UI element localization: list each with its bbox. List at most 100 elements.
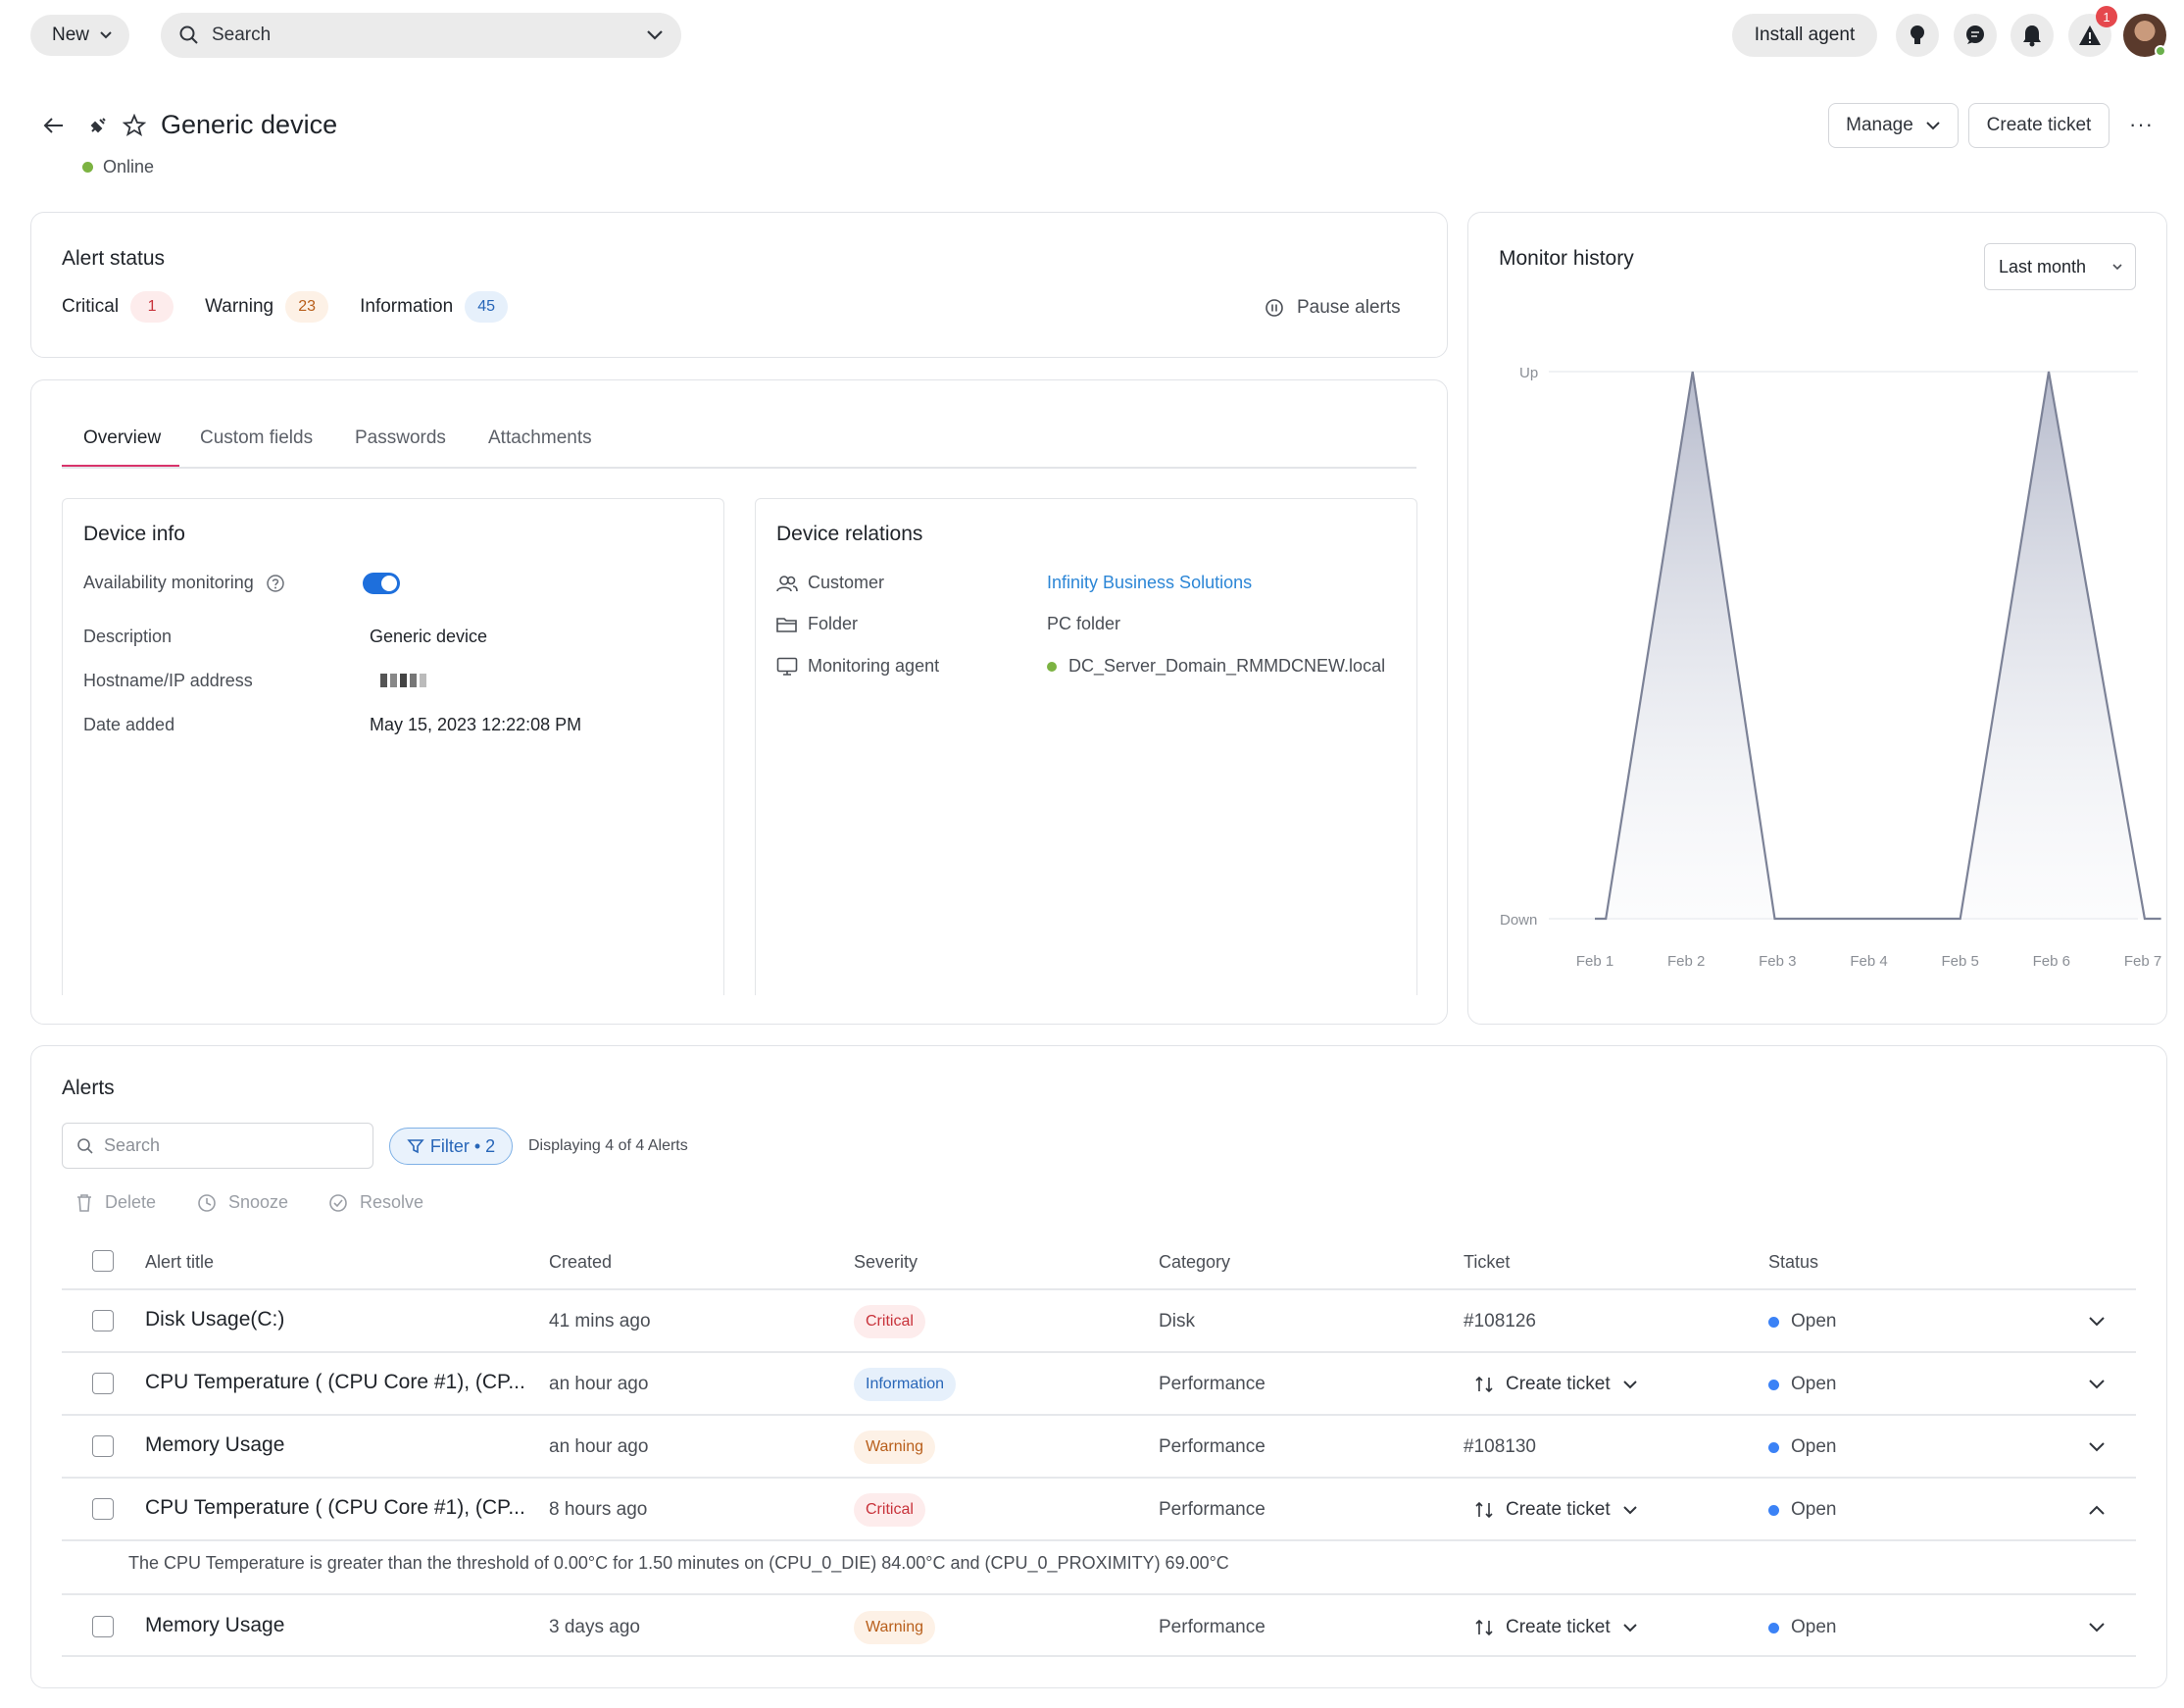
help-icon[interactable] bbox=[266, 574, 285, 593]
manage-button[interactable]: Manage bbox=[1828, 103, 1959, 148]
ticket-number[interactable]: #108130 bbox=[1464, 1436, 1536, 1458]
filter-button[interactable]: Filter • 2 bbox=[389, 1128, 513, 1165]
pause-alerts-button[interactable]: Pause alerts bbox=[1265, 297, 1401, 319]
y-tick-down: Down bbox=[1500, 912, 1537, 929]
alerts-search-placeholder: Search bbox=[104, 1135, 161, 1155]
alert-title[interactable]: Memory Usage bbox=[145, 1433, 284, 1457]
snooze-action[interactable]: Snooze bbox=[197, 1192, 288, 1213]
availability-toggle[interactable] bbox=[363, 573, 400, 594]
search-icon bbox=[179, 25, 198, 44]
alert-status-label: Open bbox=[1791, 1617, 1837, 1637]
alert-category: Disk bbox=[1159, 1311, 1195, 1331]
expand-chevron-icon[interactable] bbox=[2088, 1316, 2106, 1328]
select-all-checkbox[interactable] bbox=[92, 1250, 114, 1272]
users-icon bbox=[776, 575, 798, 591]
back-arrow-icon[interactable] bbox=[43, 115, 65, 136]
warning-count-badge: 23 bbox=[285, 291, 329, 323]
alert-title[interactable]: CPU Temperature ( (CPU Core #1), (CP... bbox=[145, 1371, 525, 1394]
alerts-search-input[interactable]: Search bbox=[62, 1123, 373, 1169]
snooze-label: Snooze bbox=[228, 1192, 289, 1212]
warning-icon bbox=[2079, 25, 2101, 45]
expand-chevron-icon[interactable] bbox=[2088, 1622, 2106, 1633]
row-checkbox[interactable] bbox=[92, 1435, 114, 1457]
create-ticket-dropdown[interactable]: Create ticket bbox=[1474, 1617, 1638, 1638]
date-added-label: Date added bbox=[83, 715, 175, 734]
row-checkbox[interactable] bbox=[92, 1373, 114, 1394]
alert-title[interactable]: Disk Usage(C:) bbox=[145, 1308, 284, 1331]
alert-created: an hour ago bbox=[549, 1374, 649, 1394]
delete-label: Delete bbox=[105, 1192, 157, 1212]
tab-passwords[interactable]: Passwords bbox=[355, 427, 446, 449]
toggle-knob bbox=[381, 576, 397, 591]
alert-status-card: Alert status Critical 1 Warning 23 Infor… bbox=[30, 212, 1448, 358]
search-icon bbox=[77, 1137, 93, 1154]
col-alert-title[interactable]: Alert title bbox=[145, 1252, 214, 1273]
pause-icon bbox=[1266, 299, 1283, 317]
alert-status: Open bbox=[1768, 1436, 1836, 1458]
row-checkbox[interactable] bbox=[92, 1498, 114, 1520]
severity-badge: Warning bbox=[854, 1611, 935, 1644]
tab-overview[interactable]: Overview bbox=[83, 427, 161, 449]
notifications-button[interactable] bbox=[2010, 14, 2054, 57]
monitor-icon bbox=[776, 657, 798, 676]
create-ticket-dropdown[interactable]: Create ticket bbox=[1474, 1374, 1638, 1395]
row-checkbox[interactable] bbox=[92, 1616, 114, 1637]
date-added-value: May 15, 2023 12:22:08 PM bbox=[370, 715, 582, 734]
alert-title[interactable]: CPU Temperature ( (CPU Core #1), (CP... bbox=[145, 1496, 525, 1520]
star-icon[interactable] bbox=[123, 114, 146, 137]
availability-monitoring-label: Availability monitoring bbox=[83, 573, 285, 593]
displaying-count: Displaying 4 of 4 Alerts bbox=[528, 1137, 688, 1154]
hostname-label: Hostname/IP address bbox=[83, 671, 253, 690]
col-category[interactable]: Category bbox=[1159, 1252, 1230, 1273]
ticket-icon bbox=[1475, 1501, 1493, 1519]
tab-custom-fields[interactable]: Custom fields bbox=[200, 427, 313, 449]
snooze-icon bbox=[198, 1193, 216, 1212]
resolve-label: Resolve bbox=[360, 1192, 424, 1212]
chevron-down-icon[interactable] bbox=[646, 29, 664, 41]
customer-link[interactable]: Infinity Business Solutions bbox=[1047, 573, 1252, 593]
new-button[interactable]: New bbox=[30, 15, 129, 56]
create-ticket-dropdown[interactable]: Create ticket bbox=[1474, 1499, 1638, 1521]
col-severity[interactable]: Severity bbox=[854, 1252, 918, 1273]
create-ticket-button[interactable]: Create ticket bbox=[1968, 103, 2110, 148]
alert-category: Performance bbox=[1159, 1617, 1266, 1637]
pause-alerts-label: Pause alerts bbox=[1297, 297, 1401, 318]
lightbulb-button[interactable] bbox=[1896, 14, 1939, 57]
more-options-icon[interactable]: ··· bbox=[2129, 112, 2154, 137]
expand-chevron-icon[interactable] bbox=[2088, 1441, 2106, 1453]
information-count-badge: 45 bbox=[465, 291, 509, 323]
trash-icon bbox=[77, 1193, 91, 1212]
resolve-action[interactable]: Resolve bbox=[328, 1192, 423, 1213]
expand-chevron-icon[interactable] bbox=[2088, 1379, 2106, 1390]
row-checkbox[interactable] bbox=[92, 1310, 114, 1331]
install-agent-button[interactable]: Install agent bbox=[1732, 14, 1877, 57]
chat-button[interactable] bbox=[1954, 14, 1997, 57]
critical-count-badge: 1 bbox=[130, 291, 174, 323]
alert-status-label: Open bbox=[1791, 1374, 1837, 1394]
chevron-down-icon bbox=[1622, 1506, 1637, 1515]
alert-title[interactable]: Memory Usage bbox=[145, 1614, 284, 1637]
alert-category: Performance bbox=[1159, 1499, 1266, 1520]
folder-value: PC folder bbox=[1047, 614, 1121, 633]
hostname-redacted bbox=[380, 674, 426, 687]
collapse-chevron-icon[interactable] bbox=[2088, 1504, 2106, 1516]
alert-detail-text: The CPU Temperature is greater than the … bbox=[128, 1553, 1229, 1573]
ticket-number[interactable]: #108126 bbox=[1464, 1311, 1536, 1332]
device-relations-card: Device relations Customer Infinity Busin… bbox=[755, 498, 1417, 995]
delete-action[interactable]: Delete bbox=[75, 1192, 156, 1213]
row-divider bbox=[62, 1351, 2136, 1353]
x-tick-label: Feb 6 bbox=[2033, 953, 2070, 970]
alert-status: Open bbox=[1768, 1374, 1836, 1395]
x-tick-label: Feb 1 bbox=[1576, 953, 1613, 970]
chevron-down-icon bbox=[1926, 122, 1940, 130]
col-created[interactable]: Created bbox=[549, 1252, 612, 1273]
alert-created: an hour ago bbox=[549, 1436, 649, 1457]
device-status-label: Online bbox=[103, 157, 155, 176]
customer-label: Customer bbox=[808, 573, 885, 592]
open-dot bbox=[1768, 1622, 1779, 1633]
col-status[interactable]: Status bbox=[1768, 1252, 1818, 1273]
folder-label: Folder bbox=[808, 614, 859, 633]
col-ticket[interactable]: Ticket bbox=[1464, 1252, 1510, 1273]
global-search[interactable]: Search bbox=[161, 13, 681, 58]
tab-attachments[interactable]: Attachments bbox=[488, 427, 592, 449]
